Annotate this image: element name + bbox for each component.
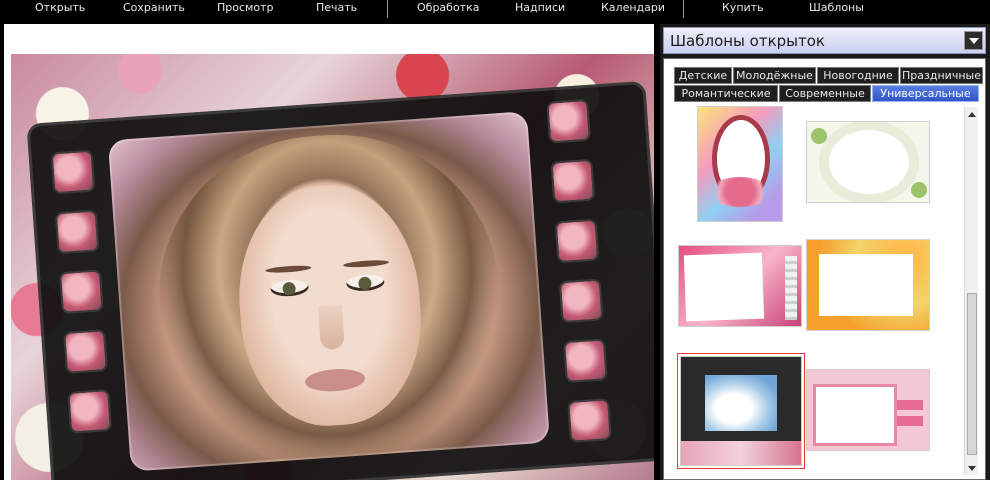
menu-calendars[interactable]: Календари — [601, 1, 665, 15]
preview-area — [4, 24, 654, 480]
app-window: Открыть Сохранить Просмотр Печать Обрабо… — [0, 0, 990, 480]
film-hole — [67, 388, 113, 434]
scroll-down-icon[interactable] — [968, 466, 976, 471]
circle-frame-shape — [829, 130, 909, 194]
menu-separator — [683, 0, 684, 18]
tab-kids[interactable]: Детские — [674, 67, 732, 84]
frame-paper — [683, 252, 765, 322]
collapse-arrow-icon[interactable] — [964, 31, 983, 50]
menu-captions[interactable]: Надписи — [515, 1, 565, 15]
filmstrip-frame — [26, 80, 654, 480]
menu-separator — [387, 0, 388, 18]
scroll-up-icon[interactable] — [968, 112, 976, 117]
lips-shape — [304, 367, 366, 394]
leaf-decor — [811, 128, 827, 144]
templates-panel: Шаблоны открыток Детские Молодёжные Ново… — [660, 24, 990, 480]
right-brow — [342, 259, 390, 269]
rainbow-oval-frame-thumbnail[interactable] — [697, 106, 783, 222]
menu-templates[interactable]: Шаблоны — [809, 1, 864, 15]
menu-open[interactable]: Открыть — [35, 1, 85, 15]
film-hole — [567, 398, 612, 443]
left-brow — [265, 264, 312, 274]
menu-process[interactable]: Обработка — [417, 1, 479, 15]
top-menu-bar: Открыть Сохранить Просмотр Печать Обрабо… — [0, 0, 990, 20]
film-hole — [550, 158, 596, 204]
film-hole — [558, 278, 604, 324]
film-hole — [554, 218, 600, 264]
nose-shape — [317, 304, 345, 351]
film-hole — [54, 209, 100, 255]
flowers-decor — [681, 441, 801, 465]
tab-romantic[interactable]: Романтические — [674, 85, 778, 102]
menu-save[interactable]: Сохранить — [123, 1, 185, 15]
leaf-decor — [911, 182, 927, 198]
portrait-photo — [107, 111, 550, 472]
panel-body: Детские Молодёжные Новогодние Праздничны… — [663, 58, 986, 480]
right-eye — [345, 273, 385, 293]
beads-decor — [785, 256, 797, 320]
tab-modern[interactable]: Современные — [779, 85, 871, 102]
tab-youth[interactable]: Молодёжные — [733, 67, 816, 84]
film-hole — [562, 338, 608, 384]
tag-decor — [897, 416, 923, 426]
floral-circle-frame-thumbnail[interactable] — [806, 121, 930, 203]
sky-photo — [705, 375, 777, 431]
menu-print[interactable]: Печать — [316, 1, 357, 15]
golden-floral-frame-thumbnail[interactable] — [806, 239, 930, 331]
pink-tags-frame-thumbnail[interactable] — [806, 369, 930, 451]
panel-title: Шаблоны открыток — [670, 32, 825, 50]
panel-header: Шаблоны открыток — [663, 27, 986, 54]
film-hole — [63, 329, 108, 374]
thumbnails-scrollbar[interactable] — [964, 107, 978, 475]
left-eye — [270, 278, 310, 298]
menu-buy[interactable]: Купить — [722, 1, 764, 15]
postcard-preview[interactable] — [11, 54, 654, 480]
frame-paper — [819, 254, 913, 316]
filmstrip-frame-thumbnail[interactable] — [677, 353, 805, 469]
pink-pearl-frame-thumbnail[interactable] — [678, 245, 802, 327]
scroll-thumb[interactable] — [967, 293, 977, 455]
tab-holiday[interactable]: Праздничные — [900, 67, 983, 84]
tab-universal[interactable]: Универсальные — [872, 85, 979, 102]
tab-new-year[interactable]: Новогодние — [817, 67, 899, 84]
menu-preview[interactable]: Просмотр — [217, 1, 273, 15]
film-hole — [546, 98, 592, 144]
frame-paper — [813, 384, 897, 446]
film-hole — [50, 149, 96, 195]
roses-decor — [708, 177, 772, 207]
tag-decor — [897, 400, 923, 410]
film-hole — [58, 269, 104, 315]
